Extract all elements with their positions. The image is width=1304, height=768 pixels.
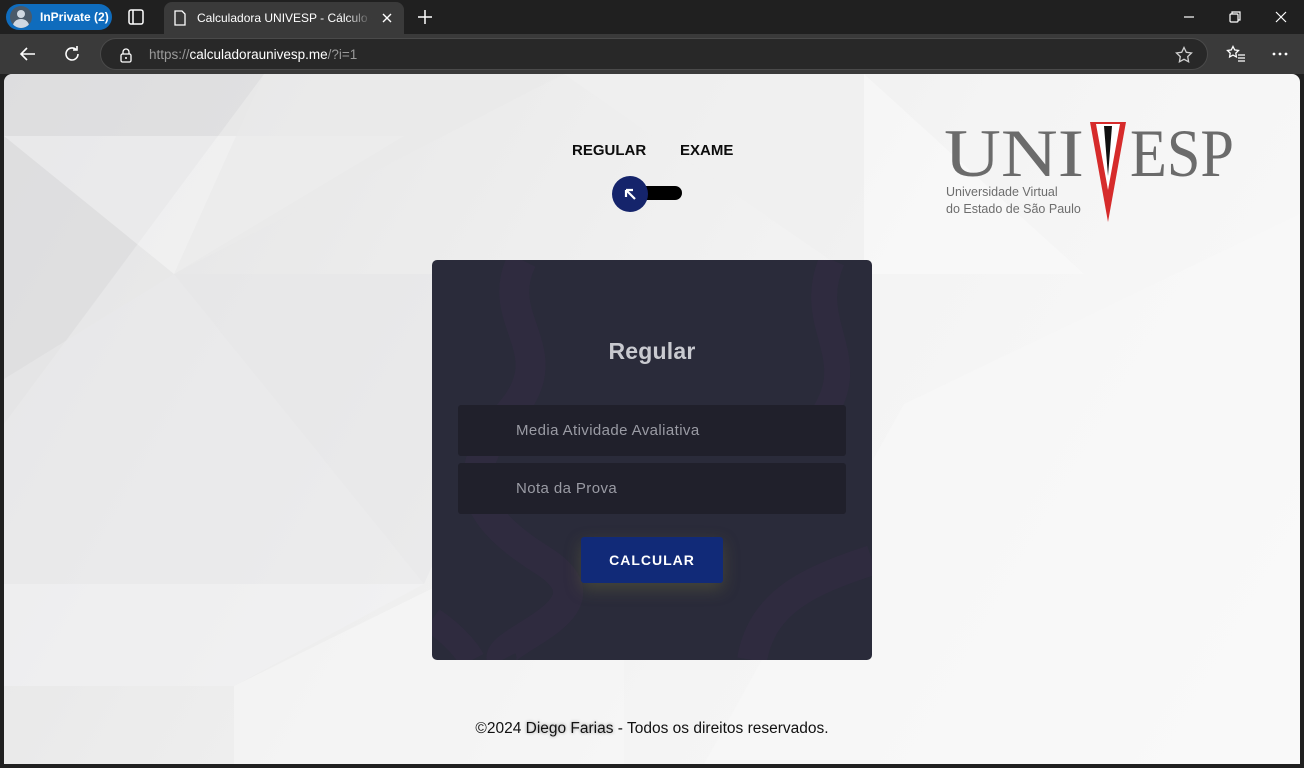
- restore-icon[interactable]: [1228, 10, 1242, 24]
- mode-toggle-switch[interactable]: [612, 176, 684, 212]
- mode-label-regular[interactable]: REGULAR: [572, 142, 646, 159]
- footer-author-link[interactable]: Diego Farias: [526, 720, 614, 737]
- card-wave-pattern: [432, 260, 872, 660]
- tab-actions-icon[interactable]: [127, 8, 145, 26]
- card-title: Regular: [608, 338, 696, 364]
- footer: ©2024 Diego Farias - Todos os direitos r…: [4, 720, 1300, 738]
- refresh-icon[interactable]: [62, 44, 82, 64]
- browser-toolbar: https://calculadoraunivesp.me/?i=1: [0, 34, 1304, 74]
- inprivate-label: InPrivate (2): [40, 10, 109, 24]
- new-tab-icon[interactable]: [416, 8, 434, 26]
- media-atividade-input[interactable]: [458, 405, 846, 456]
- logo-line-2: do Estado de São Paulo: [946, 202, 1081, 216]
- title-bar: InPrivate (2) Calculadora UNIVESP - Cálc…: [0, 0, 1304, 34]
- lock-icon[interactable]: [119, 47, 133, 63]
- favorites-icon[interactable]: [1226, 44, 1246, 64]
- active-tab[interactable]: Calculadora UNIVESP - Cálculo de Média: [164, 2, 404, 34]
- logo-line-1: Universidade Virtual: [946, 185, 1058, 199]
- back-icon[interactable]: [18, 44, 38, 64]
- page-viewport: REGULAR EXAME UNI ESP Universidade Virtu…: [4, 74, 1300, 764]
- close-tab-icon[interactable]: [380, 11, 394, 25]
- arrow-up-left-icon: [624, 188, 636, 200]
- svg-text:ESP: ESP: [1130, 118, 1234, 191]
- page-icon: [174, 10, 186, 26]
- url-text: https://calculadoraunivesp.me/?i=1: [149, 47, 358, 62]
- avatar: [10, 6, 32, 28]
- close-window-icon[interactable]: [1274, 10, 1288, 24]
- switch-knob[interactable]: [612, 176, 648, 212]
- minimize-icon[interactable]: [1182, 10, 1196, 24]
- univesp-logo: UNI ESP Universidade Virtual do Estado d…: [944, 115, 1244, 228]
- favorite-star-icon[interactable]: [1175, 46, 1193, 64]
- address-bar[interactable]: https://calculadoraunivesp.me/?i=1: [100, 38, 1208, 70]
- nota-prova-input[interactable]: [458, 463, 846, 514]
- inprivate-profile-button[interactable]: InPrivate (2): [6, 4, 112, 30]
- footer-copyright: ©2024: [475, 720, 526, 737]
- footer-rights: - Todos os direitos reservados.: [613, 720, 829, 737]
- svg-text:UNI: UNI: [944, 118, 1084, 191]
- more-menu-icon[interactable]: [1270, 44, 1290, 64]
- tab-title: Calculadora UNIVESP - Cálculo de Média: [197, 11, 372, 25]
- mode-label-exame[interactable]: EXAME: [680, 142, 733, 159]
- calcular-button[interactable]: CALCULAR: [581, 537, 723, 583]
- calculator-card: Regular CALCULAR: [432, 260, 872, 660]
